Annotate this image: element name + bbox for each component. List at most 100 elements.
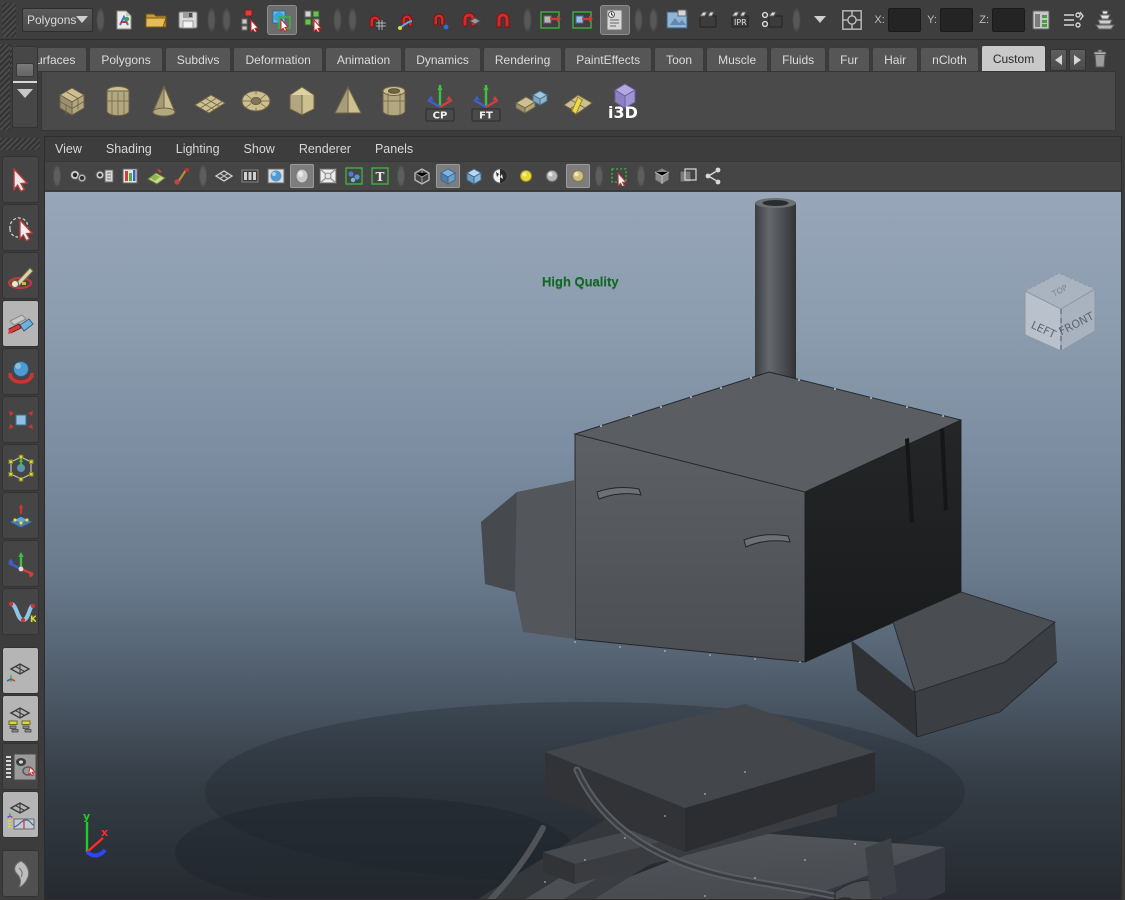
panel-menu-view[interactable]: View — [55, 142, 82, 156]
toolbar-separator[interactable] — [649, 6, 659, 33]
select-by-hierarchy-icon[interactable] — [235, 5, 265, 35]
select-camera-icon[interactable] — [66, 164, 90, 188]
shelf-tab-polygons[interactable]: Polygons — [89, 47, 163, 71]
face-transform-tool-icon[interactable]: FT — [464, 77, 508, 125]
shadows-icon[interactable] — [436, 164, 460, 188]
channel-box-icon[interactable] — [1090, 5, 1120, 35]
lights-hw-icon[interactable] — [514, 164, 538, 188]
polygon-plane-icon[interactable] — [188, 77, 232, 125]
panelbar-separator[interactable] — [637, 165, 645, 187]
share-icon[interactable] — [702, 164, 726, 188]
polygon-pipe-icon[interactable] — [372, 77, 416, 125]
next-tab-arrow[interactable] — [1069, 49, 1087, 71]
image-plane-icon[interactable] — [144, 164, 168, 188]
perspective-viewport[interactable]: High Quality persp y x — [45, 192, 1121, 899]
snap-to-view-planes-icon[interactable] — [489, 5, 519, 35]
shelf-tab-toon[interactable]: Toon — [654, 47, 705, 71]
isolate-select-icon[interactable] — [650, 164, 674, 188]
toolbox-drag-grip-lower[interactable] — [0, 138, 40, 150]
panel-menu-shading[interactable]: Shading — [106, 142, 152, 156]
two-d-pan-zoom-icon[interactable] — [170, 164, 194, 188]
shelf-tab-ncloth[interactable]: nCloth — [920, 47, 979, 71]
shelf-tab-deformation[interactable]: Deformation — [233, 47, 323, 71]
combine-icon[interactable] — [510, 77, 554, 125]
layout-outliner-persp-icon[interactable] — [2, 743, 39, 790]
layout-persp-outliner-icon[interactable] — [2, 695, 39, 742]
render-view-icon[interactable] — [662, 5, 692, 35]
menu-set-selector[interactable]: Polygons — [22, 7, 94, 32]
layout-persp-graph-icon[interactable] — [2, 791, 39, 838]
select-marquee-icon[interactable] — [608, 164, 632, 188]
panelbar-separator[interactable] — [397, 165, 405, 187]
lights-scene-icon[interactable] — [566, 164, 590, 188]
render-globals-icon[interactable] — [758, 5, 788, 35]
panel-menu-renderer[interactable]: Renderer — [299, 142, 351, 156]
polygon-torus-icon[interactable] — [234, 77, 278, 125]
xray-joints-icon[interactable]: T — [368, 164, 392, 188]
rotate-tool-icon[interactable] — [2, 348, 39, 395]
toolbox-drag-grip-upper[interactable] — [0, 44, 10, 130]
panel-menu-panels[interactable]: Panels — [375, 142, 413, 156]
snap-to-curves-icon[interactable] — [393, 5, 423, 35]
toolbar-separator[interactable] — [207, 6, 217, 33]
render-settings-icon[interactable] — [600, 4, 631, 35]
last-tool-used-icon[interactable]: K — [2, 588, 39, 635]
select-by-object-type-icon[interactable] — [267, 4, 298, 35]
slider-knob[interactable] — [16, 63, 34, 77]
panelbar-separator[interactable] — [199, 165, 207, 187]
panel-menu-show[interactable]: Show — [244, 142, 275, 156]
layout-single-perspective-icon[interactable] — [2, 647, 39, 694]
polygon-cylinder-icon[interactable] — [96, 77, 140, 125]
shelf-tab-custom[interactable]: Custom — [980, 45, 1047, 71]
select-by-component-type-icon[interactable] — [299, 5, 329, 35]
paint-select-tool-icon[interactable] — [2, 252, 39, 299]
toolbar-separator[interactable] — [333, 6, 343, 33]
default-shading-icon[interactable] — [462, 164, 486, 188]
polygon-pyramid-icon[interactable] — [326, 77, 370, 125]
shelf-tab-muscle[interactable]: Muscle — [706, 47, 769, 71]
snap-to-grids-icon[interactable] — [361, 5, 391, 35]
toolbar-separator[interactable] — [96, 6, 106, 33]
show-manipulator-tool-icon[interactable] — [2, 540, 39, 587]
lights-default-icon[interactable] — [540, 164, 564, 188]
toolbar-separator[interactable] — [348, 6, 358, 33]
select-tool-icon[interactable] — [2, 156, 39, 203]
wireframe-icon[interactable] — [212, 164, 236, 188]
toolbar-separator[interactable] — [792, 6, 802, 33]
ipr-render-icon[interactable]: IPR — [726, 5, 756, 35]
scale-tool-icon[interactable] — [2, 396, 39, 443]
chevron-down-icon[interactable] — [17, 89, 33, 98]
save-scene-icon[interactable] — [173, 5, 203, 35]
lighting-all-icon[interactable] — [316, 164, 340, 188]
toolbar-separator[interactable] — [634, 6, 644, 33]
no-shadows-icon[interactable] — [410, 164, 434, 188]
shelf-tab-hair[interactable]: Hair — [872, 47, 919, 71]
shelf-tab-rendering[interactable]: Rendering — [482, 47, 563, 71]
camera-attributes-icon[interactable] — [92, 164, 116, 188]
toolbar-separator[interactable] — [222, 6, 232, 33]
snap-to-points-icon[interactable] — [425, 5, 455, 35]
statusbar-drag-grip[interactable] — [2, 2, 16, 37]
lasso-tool-icon[interactable] — [2, 204, 39, 251]
shelf-tab-fluids[interactable]: Fluids — [770, 47, 827, 71]
open-scene-icon[interactable] — [141, 5, 171, 35]
layout-hotbox-icon[interactable] — [2, 850, 39, 897]
delete-shelf-icon[interactable] — [1089, 47, 1111, 71]
checker-shading-icon[interactable] — [488, 164, 512, 188]
tool-settings-icon[interactable] — [1058, 5, 1088, 35]
toolbar-separator[interactable] — [523, 6, 533, 33]
coord-y-input[interactable] — [939, 7, 974, 32]
render-current-frame-icon[interactable] — [694, 5, 724, 35]
view-cube[interactable]: LEFT FRONT TOP — [1011, 265, 1107, 366]
move-tool-icon[interactable] — [2, 300, 39, 347]
soft-modification-tool-icon[interactable] — [2, 492, 39, 539]
bookmark-icon[interactable] — [118, 164, 142, 188]
smooth-shade-all-icon[interactable] — [238, 164, 262, 188]
split-polygon-tool-icon[interactable] — [556, 77, 600, 125]
universal-manipulator-icon[interactable] — [2, 444, 39, 491]
panel-menu-lighting[interactable]: Lighting — [176, 142, 220, 156]
shelf-tab-fur[interactable]: Fur — [828, 47, 871, 71]
shelf-tab-animation[interactable]: Animation — [324, 47, 403, 71]
shaded-icon[interactable] — [264, 164, 288, 188]
shelf-tab-painteffects[interactable]: PaintEffects — [564, 47, 653, 71]
